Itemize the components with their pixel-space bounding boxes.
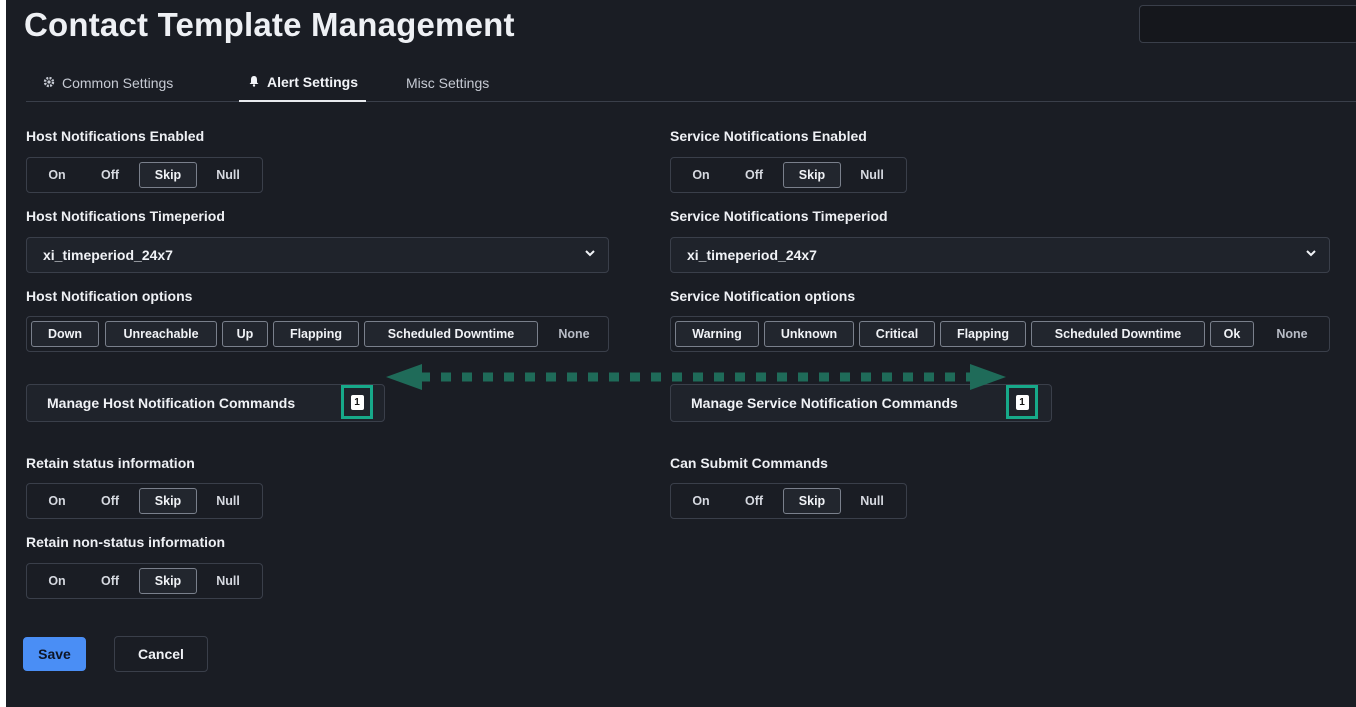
tab-misc-settings[interactable]: Misc Settings	[406, 64, 489, 102]
arrow-head-left	[386, 364, 422, 390]
search-input[interactable]	[1139, 5, 1356, 43]
manage-host-commands-button[interactable]: Manage Host Notification Commands	[26, 384, 385, 422]
host-notifications-enabled-toggle: On Off Skip Null	[26, 157, 263, 193]
retain-nonstatus-toggle: On Off Skip Null	[26, 563, 263, 599]
option-ok[interactable]: Ok	[1210, 321, 1254, 347]
option-scheduled-downtime[interactable]: Scheduled Downtime	[1031, 321, 1205, 347]
option-unreachable[interactable]: Unreachable	[105, 321, 217, 347]
host-commands-count-highlight: 1	[341, 385, 373, 419]
option-flapping[interactable]: Flapping	[940, 321, 1026, 347]
option-off[interactable]: Off	[731, 488, 777, 514]
option-warning[interactable]: Warning	[675, 321, 759, 347]
service-timeperiod-label: Service Notifications Timeperiod	[670, 208, 888, 224]
option-null[interactable]: Null	[203, 162, 253, 188]
double-arrow-annotation	[386, 364, 1006, 390]
arrow-head-right	[970, 364, 1006, 390]
can-submit-commands-label: Can Submit Commands	[670, 455, 828, 471]
option-skip[interactable]: Skip	[139, 162, 197, 188]
tab-common-settings[interactable]: Common Settings	[42, 64, 173, 102]
option-on[interactable]: On	[679, 162, 723, 188]
option-null[interactable]: Null	[203, 488, 253, 514]
gear-icon	[42, 76, 56, 91]
option-off[interactable]: Off	[87, 568, 133, 594]
option-on[interactable]: On	[35, 568, 79, 594]
option-skip[interactable]: Skip	[139, 568, 197, 594]
option-down[interactable]: Down	[31, 321, 99, 347]
chevron-down-icon	[585, 250, 595, 257]
chevron-down-icon	[1306, 250, 1316, 257]
service-timeperiod-select[interactable]: xi_timeperiod_24x7	[670, 237, 1330, 273]
can-submit-commands-toggle: On Off Skip Null	[670, 483, 907, 519]
option-skip[interactable]: Skip	[783, 488, 841, 514]
option-unknown[interactable]: Unknown	[764, 321, 854, 347]
bell-icon	[247, 75, 261, 90]
host-timeperiod-select[interactable]: xi_timeperiod_24x7	[26, 237, 609, 273]
tab-alert-settings[interactable]: Alert Settings	[239, 64, 367, 102]
option-on[interactable]: On	[679, 488, 723, 514]
option-skip[interactable]: Skip	[783, 162, 841, 188]
option-critical[interactable]: Critical	[859, 321, 935, 347]
host-commands-count-badge: 1	[350, 394, 364, 410]
service-timeperiod-value: xi_timeperiod_24x7	[687, 247, 817, 263]
service-notifications-enabled-label: Service Notifications Enabled	[670, 128, 867, 144]
tab-label: Misc Settings	[406, 75, 490, 91]
page-title: Contact Template Management	[24, 6, 515, 43]
save-button[interactable]: Save	[23, 637, 86, 671]
option-flapping[interactable]: Flapping	[273, 321, 359, 347]
retain-status-label: Retain status information	[26, 455, 195, 471]
host-notification-options-group: Down Unreachable Up Flapping Scheduled D…	[26, 316, 609, 352]
option-null[interactable]: Null	[847, 488, 897, 514]
host-notifications-enabled-label: Host Notifications Enabled	[26, 128, 205, 144]
tab-bar: Common Settings Alert Settings Misc Sett…	[26, 64, 1356, 102]
host-notification-options-label: Host Notification options	[26, 288, 193, 304]
option-null[interactable]: Null	[203, 568, 253, 594]
option-null[interactable]: Null	[847, 162, 897, 188]
host-timeperiod-value: xi_timeperiod_24x7	[43, 247, 173, 263]
option-up[interactable]: Up	[222, 321, 268, 347]
option-off[interactable]: Off	[731, 162, 777, 188]
app-window: Contact Template Management Common Setti…	[6, 0, 1356, 707]
option-skip[interactable]: Skip	[139, 488, 197, 514]
cancel-button[interactable]: Cancel	[114, 636, 208, 672]
option-on[interactable]: On	[35, 162, 79, 188]
option-off[interactable]: Off	[87, 162, 133, 188]
option-on[interactable]: On	[35, 488, 79, 514]
option-none[interactable]: None	[1261, 321, 1323, 347]
service-notification-options-label: Service Notification options	[670, 288, 856, 304]
service-notifications-enabled-toggle: On Off Skip Null	[670, 157, 907, 193]
retain-status-toggle: On Off Skip Null	[26, 483, 263, 519]
tab-label: Alert Settings	[267, 74, 359, 90]
option-off[interactable]: Off	[87, 488, 133, 514]
service-commands-count-badge: 1	[1015, 394, 1029, 410]
retain-nonstatus-label: Retain non-status information	[26, 534, 226, 550]
tab-label: Common Settings	[62, 75, 174, 91]
option-scheduled-downtime[interactable]: Scheduled Downtime	[364, 321, 538, 347]
manage-host-commands-label: Manage Host Notification Commands	[47, 395, 296, 411]
host-timeperiod-label: Host Notifications Timeperiod	[26, 208, 225, 224]
service-notification-options-group: Warning Unknown Critical Flapping Schedu…	[670, 316, 1330, 352]
option-none[interactable]: None	[543, 321, 605, 347]
